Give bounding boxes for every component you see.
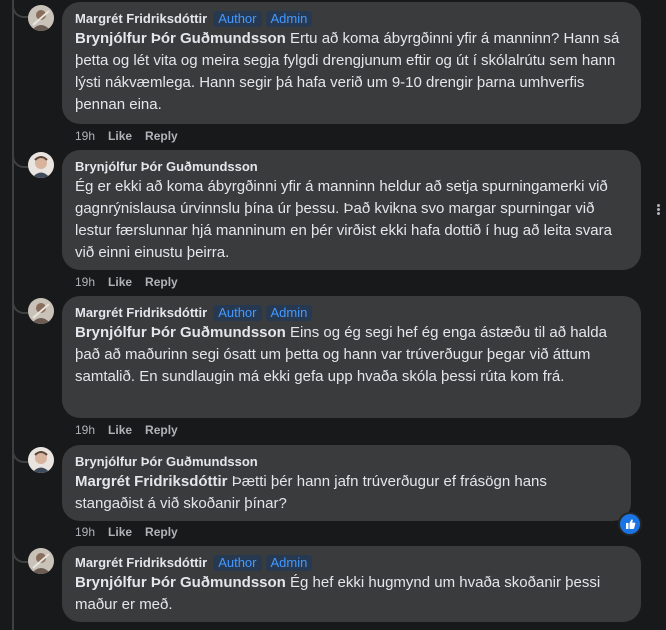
comment-bubble: Margrét Fridriksdóttir Author Admin Brynjó… [62,546,641,622]
comment-time[interactable]: 19h [75,524,95,540]
comment-actions: 19h Like Reply [75,524,191,540]
mention-link[interactable]: Brynjólfur Þór Guðmundsson [75,574,286,591]
comment-actions: 19h Like Reply [75,274,191,290]
comment-author[interactable]: Margrét Fridriksdóttir [75,11,207,26]
thread-line [12,0,14,630]
like-button[interactable]: Like [108,274,132,290]
comment-bubble: Brynjólfur Þór Guðmundsson Ég er ekki að… [62,150,641,270]
mention-link[interactable]: Brynjólfur Þór Guðmundsson [75,30,286,47]
reply-button[interactable]: Reply [145,524,178,540]
comment-bubble: Brynjólfur Þór Guðmundsson Margrét Fridr… [62,445,631,521]
comment-text: Ég er ekki að koma ábyrgðinni yfir á man… [75,178,612,261]
like-button[interactable]: Like [108,422,132,438]
like-button[interactable]: Like [108,128,132,144]
avatar-brynjolfur[interactable] [28,447,54,473]
reply-button[interactable]: Reply [145,422,178,438]
comment-text: Brynjólfur Þór Guðmundsson Ertu að koma … [75,30,620,113]
like-button[interactable]: Like [108,524,132,540]
avatar-margret[interactable] [28,5,54,31]
comment-author[interactable]: Margrét Fridriksdóttir [75,305,207,320]
avatar-margret[interactable] [28,548,54,574]
comment-bubble: Margrét Fridriksdóttir Author Admin Brynjó… [62,2,641,124]
comment-text: Margrét Fridriksdóttir Þætti þér hann ja… [75,473,547,512]
mention-link[interactable]: Brynjólfur Þór Guðmundsson [75,324,286,341]
more-options-icon[interactable] [652,203,664,219]
avatar-brynjolfur[interactable] [28,152,54,178]
admin-badge: Admin [265,11,313,27]
comment-author[interactable]: Brynjólfur Þór Guðmundsson [75,159,258,174]
comment-author[interactable]: Brynjólfur Þór Guðmundsson [75,454,258,469]
author-badge: Author [213,555,262,571]
reply-button[interactable]: Reply [145,274,178,290]
comment-author[interactable]: Margrét Fridriksdóttir [75,555,207,570]
avatar-margret[interactable] [28,298,54,324]
comment-actions: 19h Like Reply [75,422,191,438]
comment-time[interactable]: 19h [75,274,95,290]
author-badge: Author [213,305,262,321]
comment-text: Brynjólfur Þór Guðmundsson Ég hef ekki h… [75,574,601,613]
comment-text: Brynjólfur Þór Guðmundsson Eins og ég se… [75,324,607,385]
mention-link[interactable]: Margrét Fridriksdóttir [75,473,228,490]
reply-button[interactable]: Reply [145,128,178,144]
author-badge: Author [213,11,262,27]
comment-time[interactable]: 19h [75,422,95,438]
comment-actions: 19h Like Reply [75,128,191,144]
comment-bubble: Margrét Fridriksdóttir Author Admin Brynjó… [62,296,641,418]
comment-time[interactable]: 19h [75,128,95,144]
admin-badge: Admin [265,555,313,571]
thumbs-up-icon[interactable] [618,512,642,536]
admin-badge: Admin [265,305,313,321]
